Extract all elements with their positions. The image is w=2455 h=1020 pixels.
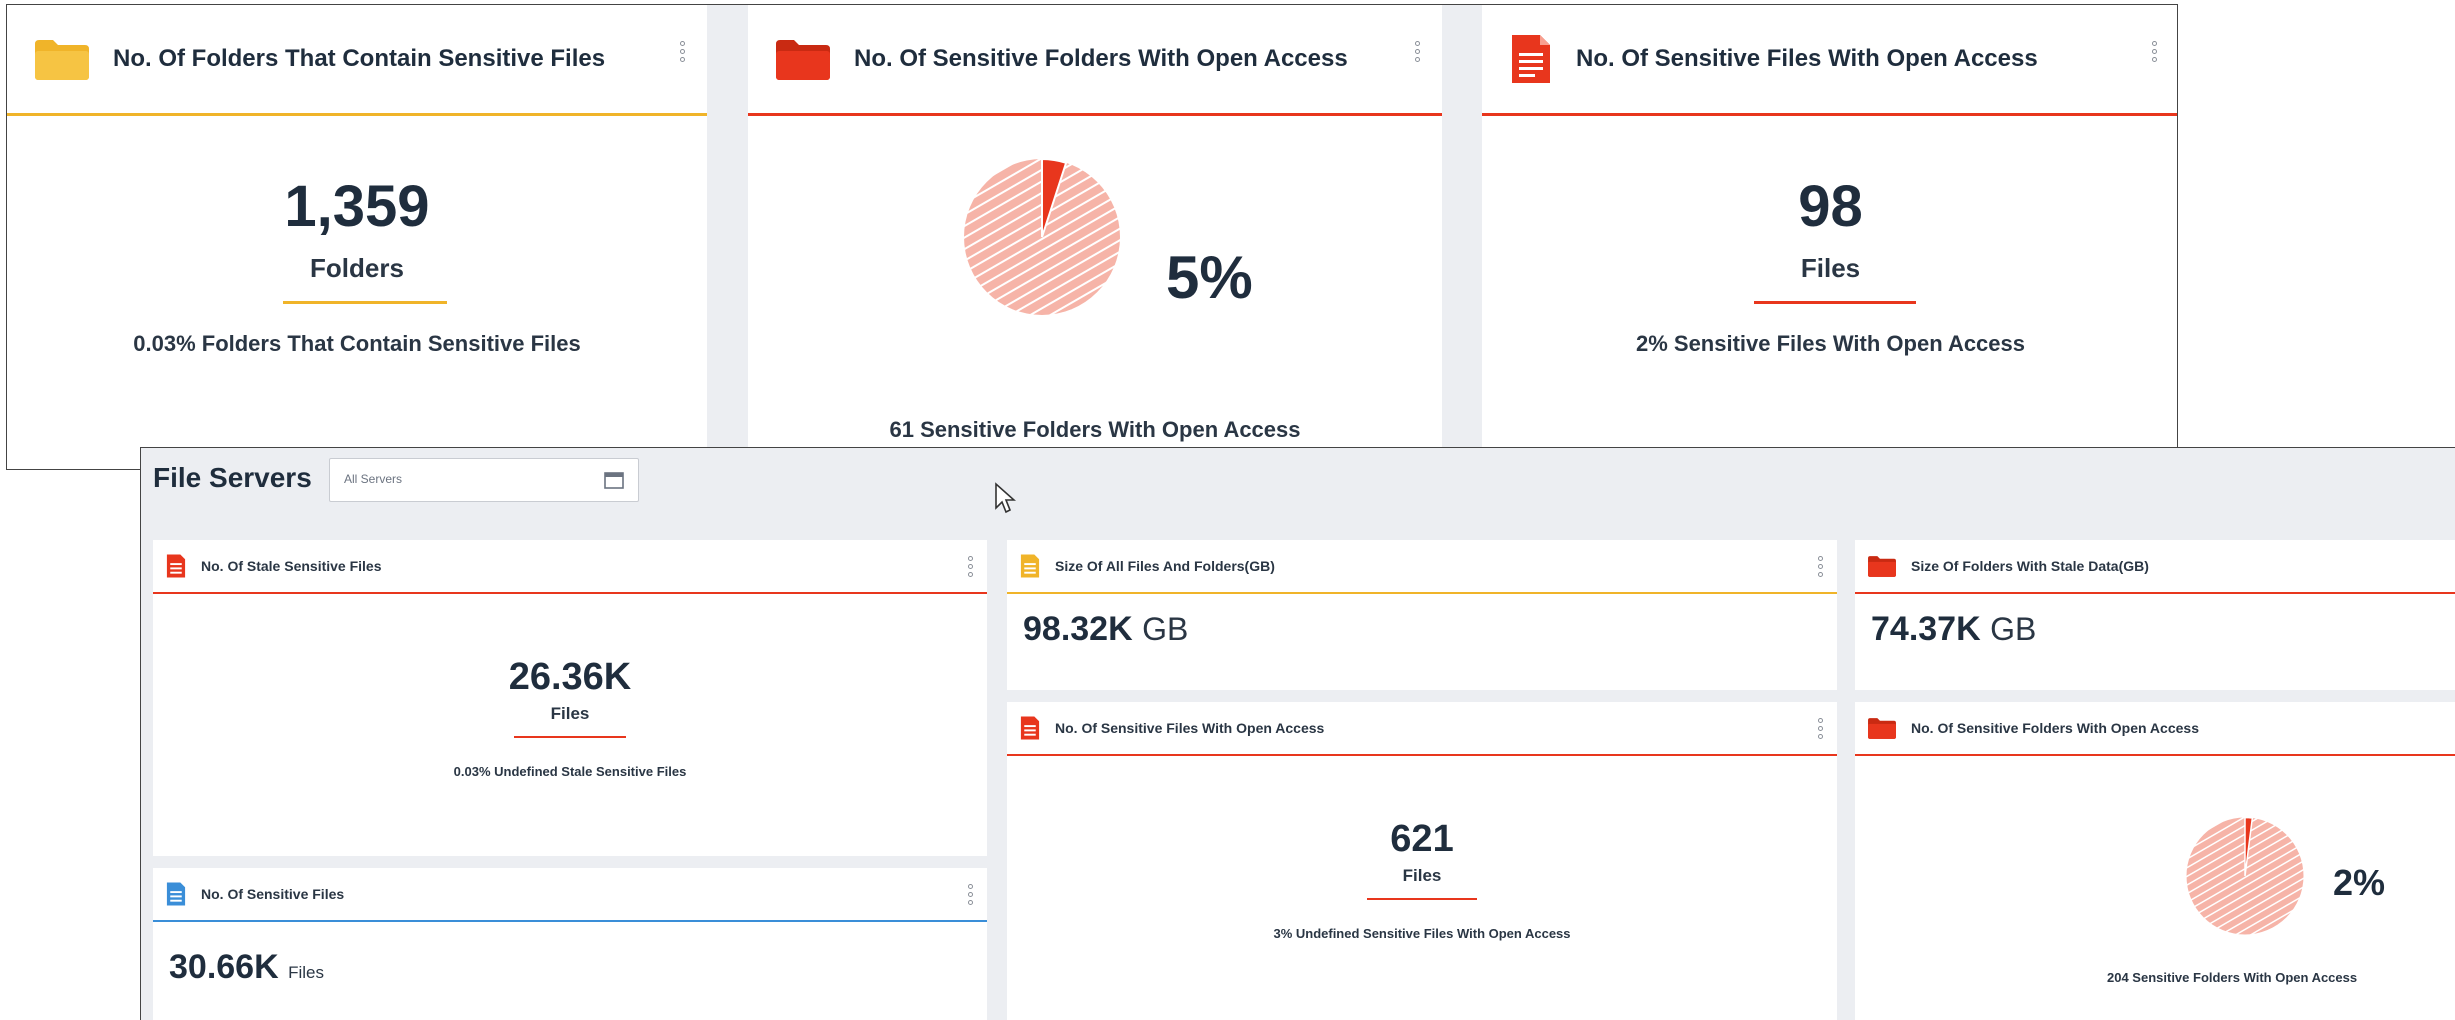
more-options-icon[interactable] [1818,718,1823,742]
card-header: No. Of Sensitive Folders With Open Acces… [1855,702,2455,754]
card-title: Size Of All Files And Folders(GB) [1055,558,1275,574]
metric-unit: GB [1142,611,1189,647]
document-icon [1020,716,1040,740]
metric-description: 61 Sensitive Folders With Open Access [889,417,1301,442]
open-access-files-card: No. Of Sensitive Files With Open Access … [1007,702,1837,1020]
metric-description: 204 Sensitive Folders With Open Access [2107,970,2358,985]
card-header: Size Of Folders With Stale Data(GB) [1855,540,2455,592]
card-accent-rule [1855,754,2455,756]
metric-description: 0.03% Folders That Contain Sensitive Fil… [133,331,581,356]
card-title: Size Of Folders With Stale Data(GB) [1911,558,2149,574]
metric-value: 26.36K [508,656,632,698]
stale-data-size-card: Size Of Folders With Stale Data(GB) 74.3… [1855,540,2455,690]
folder-icon [1868,718,1896,739]
open-access-folders-card: No. Of Sensitive Folders With Open Acces… [748,5,1442,469]
card-accent-rule [1855,592,2455,594]
metric-value: 98 [1798,174,1863,239]
metric-value: 74.37K [1871,610,1981,648]
card-header: No. Of Sensitive Folders With Open Acces… [748,5,1442,113]
metric-value-row: 30.66K Files [169,948,324,987]
metric-value: 98.32K [1023,610,1133,648]
metric-description: 0.03% Undefined Stale Sensitive Files [453,764,687,779]
document-icon [166,554,186,578]
document-icon [1512,35,1550,83]
metric-value: 30.66K [169,948,279,986]
card-title: No. Of Stale Sensitive Files [201,558,382,574]
card-accent-rule [1007,592,1837,594]
percentage-pie [964,157,1120,315]
card-accent-rule [1482,113,2177,116]
card-title: No. Of Sensitive Files With Open Access [1576,45,2038,72]
server-selector[interactable]: All Servers [329,458,639,502]
metric-unit: Files [1800,253,1861,283]
server-selector-value: All Servers [344,472,403,486]
more-options-icon[interactable] [1818,556,1823,580]
card-title: No. Of Sensitive Folders With Open Acces… [1911,720,2199,736]
file-servers-panel: File Servers All Servers No. Of Stale Se… [140,447,2455,1020]
top-dashboard: No. Of Folders That Contain Sensitive Fi… [6,4,2178,470]
metric-description: 3% Undefined Sensitive Files With Open A… [1273,926,1571,941]
metric-unit: Files [550,704,590,723]
folder-icon [35,40,89,80]
metric-value-row: 74.37K GB [1871,610,2036,649]
metric-divider [283,301,447,304]
more-options-icon[interactable] [1415,41,1420,65]
section-title: File Servers [153,462,312,493]
mouse-cursor-icon [995,482,1016,514]
card-accent-rule [1007,754,1837,756]
metric-description: 2% Sensitive Files With Open Access [1635,331,2026,356]
card-header: No. Of Stale Sensitive Files [153,540,987,592]
sensitive-files-card: No. Of Sensitive Files 30.66K Files [153,868,987,1020]
card-title: No. Of Folders That Contain Sensitive Fi… [113,45,606,72]
more-options-icon[interactable] [2152,41,2157,65]
open-access-folders-card: No. Of Sensitive Folders With Open Acces… [1855,702,2455,1020]
card-title: No. Of Sensitive Folders With Open Acces… [854,45,1348,72]
folder-icon [776,40,830,80]
percentage-label: 2% [2333,862,2386,903]
metric-divider [1367,898,1477,900]
metric-unit: Folders [310,253,404,283]
stale-sensitive-files-card: No. Of Stale Sensitive Files 26.36K File… [153,540,987,856]
size-all-files-card: Size Of All Files And Folders(GB) 98.32K… [1007,540,1837,690]
document-icon [1020,554,1040,578]
card-header: No. Of Folders That Contain Sensitive Fi… [7,5,707,113]
metric-value: 621 [1390,818,1454,860]
metric-value-row: 98.32K GB [1023,610,1188,649]
card-accent-rule [7,113,707,116]
card-header: Size Of All Files And Folders(GB) [1007,540,1837,592]
document-icon [166,882,186,906]
metric-divider [1754,301,1916,304]
card-accent-rule [153,920,987,922]
metric-unit: Files [288,963,324,982]
percentage-pie [2186,816,2304,935]
open-access-files-card: No. Of Sensitive Files With Open Access … [1482,5,2177,469]
metric-unit: Files [1402,866,1442,885]
card-header: No. Of Sensitive Files With Open Access [1007,702,1837,754]
card-header: No. Of Sensitive Files [153,868,987,920]
more-options-icon[interactable] [968,884,973,908]
folders-sensitive-card: No. Of Folders That Contain Sensitive Fi… [7,5,707,469]
metric-unit: GB [1990,611,2037,647]
more-options-icon[interactable] [680,41,685,65]
card-accent-rule [748,113,1442,116]
card-accent-rule [153,592,987,594]
more-options-icon[interactable] [968,556,973,580]
card-title: No. Of Sensitive Files With Open Access [1055,720,1325,736]
folder-icon [1868,556,1896,577]
metric-value: 1,359 [284,174,430,239]
percentage-label: 5% [1166,244,1253,311]
card-title: No. Of Sensitive Files [201,886,345,902]
file-servers-header: File Servers All Servers [141,448,2455,514]
metric-divider [514,736,626,738]
card-header: No. Of Sensitive Files With Open Access [1482,5,2177,113]
calendar-icon[interactable] [604,471,624,489]
